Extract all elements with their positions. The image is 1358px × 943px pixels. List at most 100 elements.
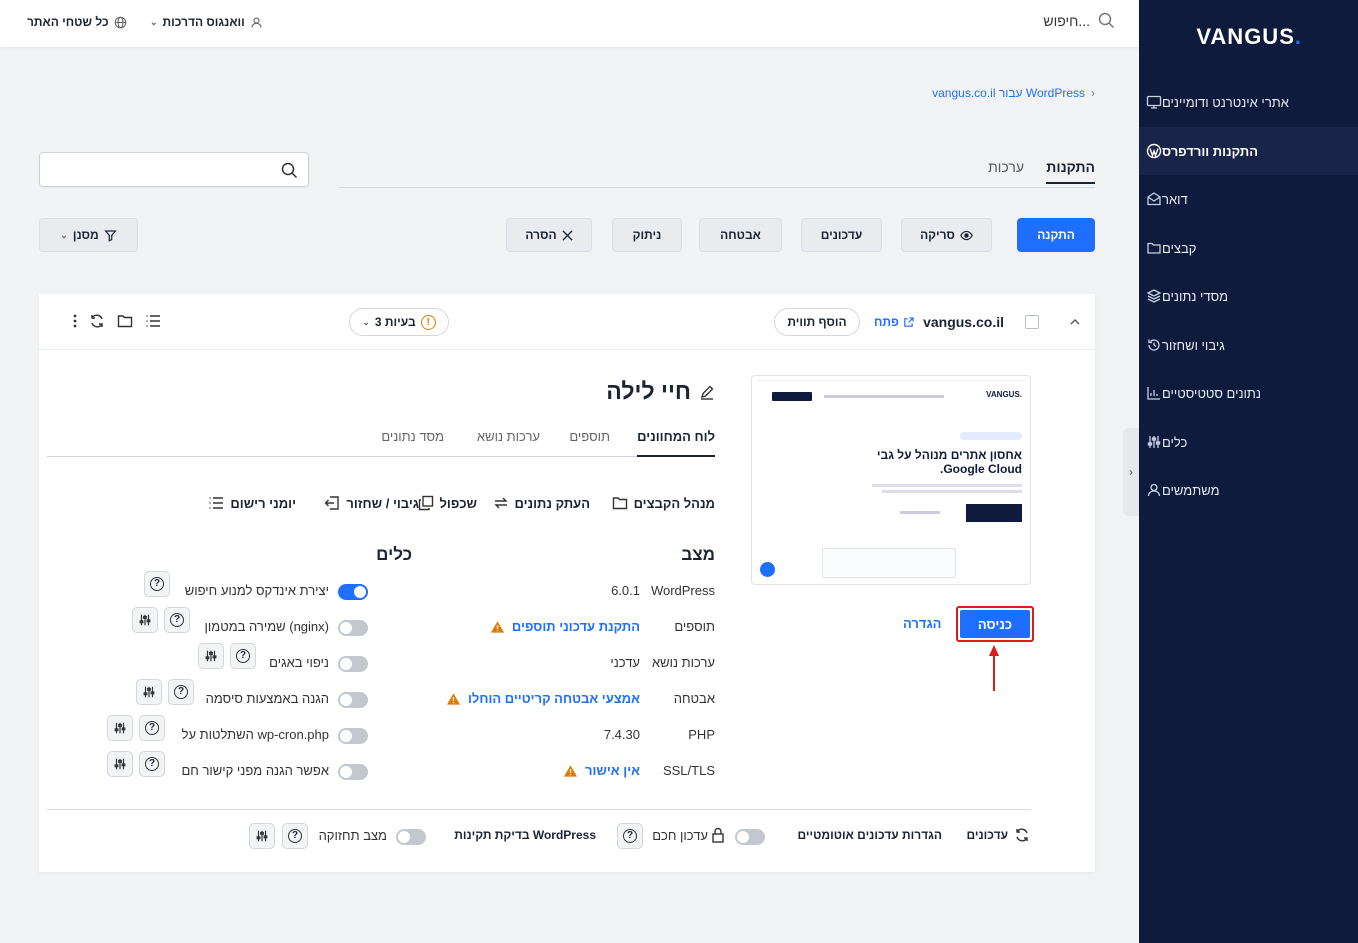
sidebar-item-files[interactable]: קבצים — [1139, 224, 1358, 272]
remove-button-label: הסרה — [525, 228, 557, 242]
integrity-check-link[interactable]: בדיקת תקינות WordPress — [454, 828, 596, 842]
nginx-cache-toggle[interactable] — [338, 620, 368, 636]
chevron-up-icon[interactable] — [1069, 316, 1081, 328]
help-button[interactable]: ? — [230, 643, 256, 669]
more-vertical-icon[interactable] — [73, 314, 77, 328]
updates-button-label: עדכונים — [820, 228, 863, 242]
remove-button[interactable]: הסרה — [506, 218, 592, 252]
preview-button — [966, 504, 1022, 522]
help-button[interactable]: ? — [168, 679, 194, 705]
password-protect-toggle[interactable] — [338, 692, 368, 708]
tab-themes[interactable]: ערכות נושא — [477, 429, 540, 444]
install-button-label: התקנה — [1037, 228, 1075, 242]
breadcrumb: ‹ WordPress עבור vangus.co.il — [932, 86, 1095, 100]
site-title: חיי לילה — [606, 378, 715, 405]
sidebar-item-label: כלים — [1162, 434, 1188, 450]
auto-updates-link[interactable]: הגדרות עדכונים אוטומטיים — [798, 828, 942, 842]
pencil-icon[interactable] — [699, 384, 715, 400]
help-button[interactable]: ? — [617, 823, 643, 849]
help-button[interactable]: ? — [282, 823, 308, 849]
sliders-icon — [139, 614, 151, 626]
sidebar-item-databases[interactable]: מסדי נתונים — [1139, 272, 1358, 320]
settings-button[interactable] — [198, 643, 224, 669]
security-button[interactable]: אבטחה — [699, 218, 782, 252]
sidebar-item-users[interactable]: משתמשים — [1139, 466, 1358, 514]
status-label: PHP — [688, 727, 715, 742]
tab-installations[interactable]: התקנות — [1046, 159, 1095, 184]
sidebar-item-backup[interactable]: גיבוי ושחזור — [1139, 321, 1358, 369]
updates-button[interactable]: עדכונים — [801, 218, 882, 252]
security-measures-link[interactable]: אמצעי אבטחה קריטיים הוחלו — [446, 691, 640, 706]
settings-button[interactable] — [107, 751, 133, 777]
install-button[interactable]: התקנה — [1017, 218, 1095, 252]
file-manager-link[interactable]: מנהל הקבצים — [612, 495, 715, 511]
sidebar-item-tools[interactable]: כלים — [1139, 418, 1358, 466]
warning-icon — [563, 764, 578, 777]
search-input[interactable] — [39, 152, 309, 187]
settings-button[interactable] — [249, 823, 275, 849]
site-checkbox[interactable] — [1025, 315, 1039, 329]
enter-button[interactable]: כניסה — [960, 610, 1030, 638]
smart-update-toggle[interactable] — [735, 829, 765, 845]
help-button[interactable]: ? — [144, 571, 170, 597]
refresh-icon[interactable] — [89, 313, 105, 329]
maintenance-toggle[interactable] — [396, 829, 426, 845]
site-preview-thumbnail[interactable]: VANGUS. אחסון אתרים מנוהל על גבי Google … — [751, 375, 1031, 585]
search-index-toggle[interactable] — [338, 584, 368, 600]
user-menu[interactable]: ⌄ וואנגוס הדרכות — [150, 15, 263, 29]
wp-cron-toggle[interactable] — [338, 728, 368, 744]
settings-button[interactable] — [107, 715, 133, 741]
logs-link[interactable]: יומני רישום — [208, 495, 296, 511]
copy-data-link[interactable]: העתק נתונים — [493, 495, 590, 511]
status-label: SSL/TLS — [662, 763, 715, 778]
global-search[interactable]: חיפוש... — [1043, 12, 1115, 29]
detach-button[interactable]: ניתוק — [612, 218, 682, 252]
help-button[interactable]: ? — [164, 607, 190, 633]
layers-icon — [1146, 289, 1162, 303]
sidebar-item-wordpress[interactable]: התקנות וורדפרס — [1139, 127, 1358, 175]
user-icon — [251, 16, 262, 27]
backup-restore-link[interactable]: גיבוי / שחזור — [324, 495, 419, 511]
preview-cta — [772, 392, 812, 401]
add-tag-button[interactable]: הוסף תווית — [774, 308, 860, 336]
hotlink-toggle[interactable] — [338, 764, 368, 780]
tool-label: השתלטות על wp-cron.php — [181, 727, 329, 742]
plugins-update-link[interactable]: התקנת עדכוני תוספים — [490, 619, 640, 634]
list-icon — [209, 497, 224, 509]
sidebar-item-statistics[interactable]: נתונים סטטיסטיים — [1139, 369, 1358, 417]
filter-button-label: מסנן — [72, 228, 99, 242]
tab-themes[interactable]: ערכות — [988, 159, 1024, 175]
tab-plugins[interactable]: תוספים — [569, 429, 610, 444]
folder-icon[interactable] — [117, 313, 133, 329]
chevron-left-icon: ‹ — [1091, 86, 1095, 100]
settings-button[interactable] — [136, 679, 162, 705]
issues-badge[interactable]: ⌄ 3 בעיות ! — [349, 308, 449, 336]
search-icon — [1098, 12, 1115, 29]
breadcrumb-link[interactable]: WordPress עבור vangus.co.il — [932, 86, 1085, 100]
filter-button[interactable]: ⌄ מסנן — [39, 218, 138, 252]
sidebar-item-websites[interactable]: אתרי אינטרנט ודומיינים — [1139, 78, 1358, 126]
scope-selector[interactable]: כל שטחי האתר — [27, 15, 127, 29]
debug-toggle[interactable] — [338, 656, 368, 672]
sliders-icon — [1147, 436, 1161, 448]
list-icon[interactable] — [145, 313, 161, 329]
status-value: עדכני — [610, 655, 640, 670]
brand-logo[interactable]: VANGUS. — [1196, 24, 1302, 50]
close-icon — [562, 229, 573, 241]
globe-icon — [114, 16, 127, 28]
site-domain[interactable]: vangus.co.il — [923, 314, 1004, 330]
help-button[interactable]: ? — [139, 715, 165, 741]
help-button[interactable]: ? — [139, 751, 165, 777]
settings-button[interactable] — [132, 607, 158, 633]
clone-link[interactable]: שכפול — [418, 495, 477, 511]
open-site-link[interactable]: פתח — [874, 315, 914, 329]
sidebar-collapse-handle[interactable]: › — [1123, 428, 1139, 516]
ssl-link[interactable]: אין אישור — [563, 763, 640, 778]
tab-database[interactable]: מסד נתונים — [381, 429, 444, 444]
eye-icon — [960, 230, 973, 240]
sidebar-item-mail[interactable]: דואר — [1139, 175, 1358, 223]
settings-link[interactable]: הגדרה — [903, 616, 941, 631]
scan-button[interactable]: סריקה — [901, 218, 992, 252]
preview-nav — [824, 395, 944, 398]
tab-dashboard[interactable]: לוח המחוונים — [637, 429, 715, 457]
